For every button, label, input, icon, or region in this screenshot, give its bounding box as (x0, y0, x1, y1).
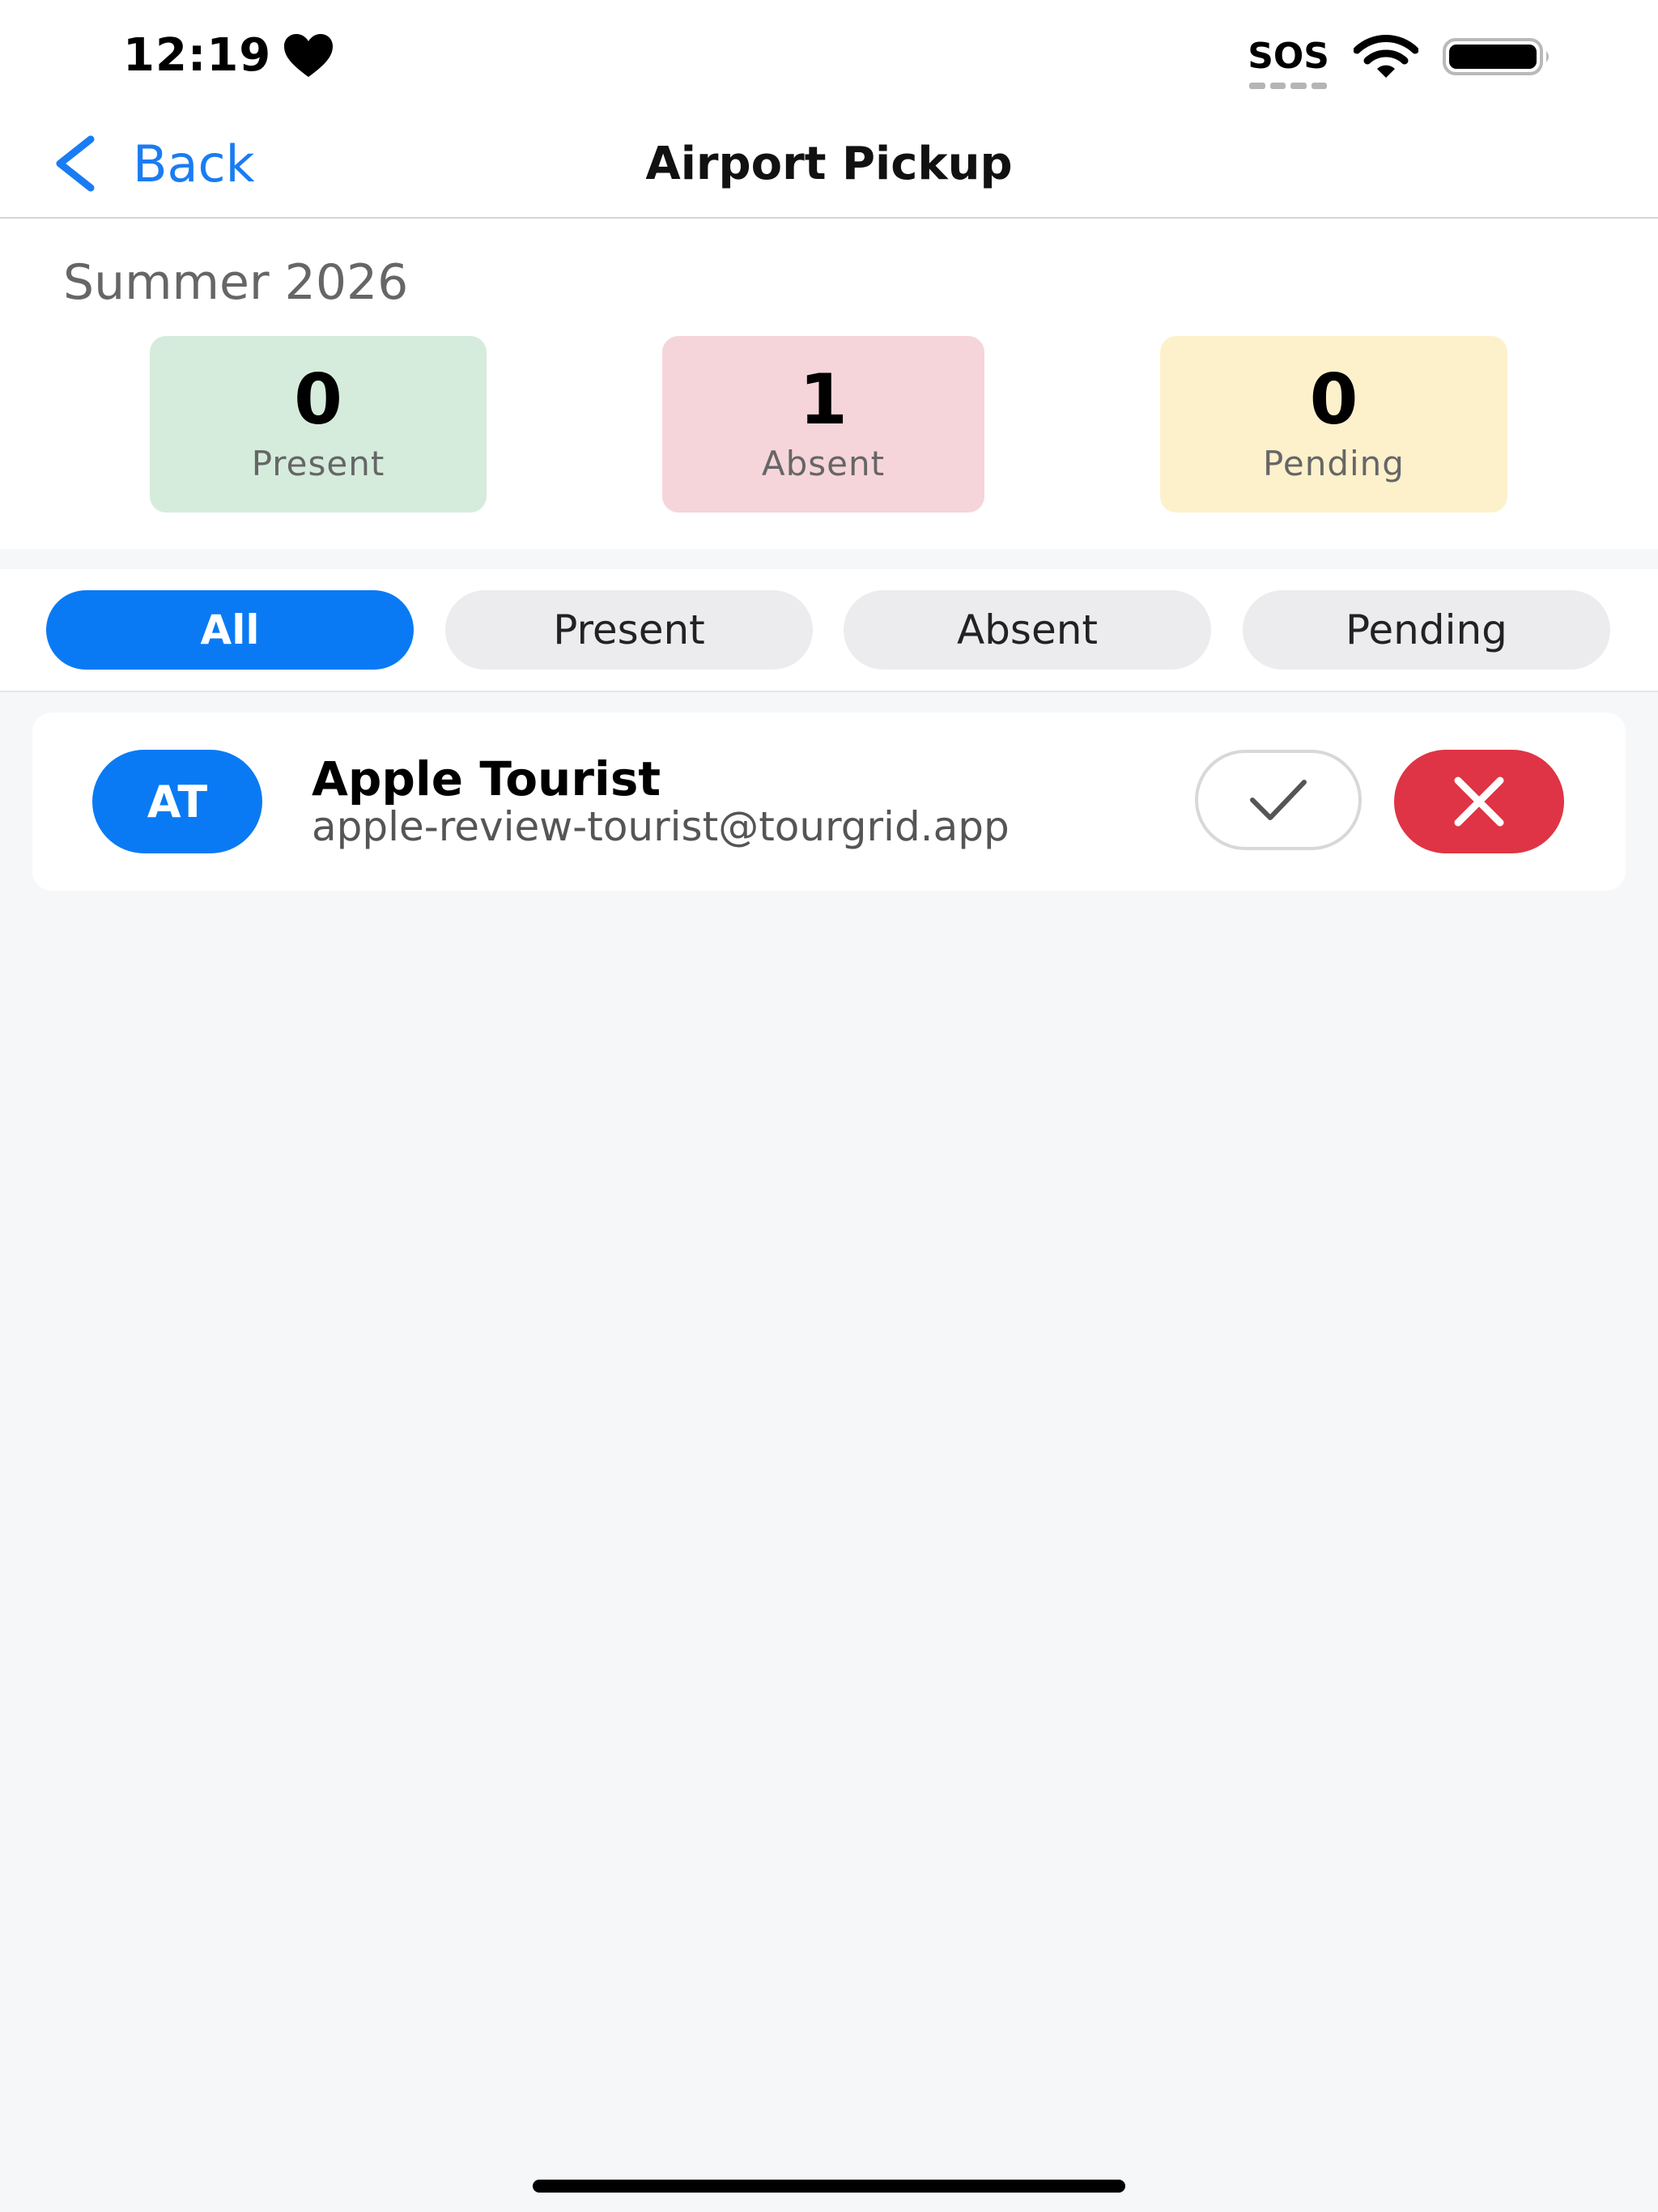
wifi-icon (1354, 35, 1418, 78)
stat-pending-value: 0 (1309, 359, 1358, 440)
status-time-text: 12:19 (123, 29, 272, 82)
signal-dots (1249, 83, 1328, 89)
heart-icon (284, 33, 334, 77)
battery-icon (1443, 38, 1549, 75)
sos-indicator: SOS (1248, 36, 1329, 89)
status-icons: SOS (1248, 34, 1553, 89)
stat-absent: 1 Absent (662, 336, 984, 513)
attendance-summary: Summer 2026 0 Present 1 Absent 0 Pending (0, 219, 1658, 549)
filter-present[interactable]: Present (445, 590, 813, 670)
avatar: AT (92, 750, 262, 853)
list-item: AT Apple Tourist apple-review-tourist@to… (32, 713, 1626, 891)
close-icon (1454, 776, 1504, 827)
home-indicator (533, 2180, 1125, 2193)
mark-absent-button[interactable] (1394, 750, 1564, 853)
stat-pending: 0 Pending (1160, 336, 1507, 513)
page-title: Airport Pickup (645, 138, 1013, 190)
sos-label: SOS (1248, 36, 1329, 77)
filter-all[interactable]: All (46, 590, 414, 670)
attendee-email: apple-review-tourist@tourgrid.app (312, 803, 1010, 850)
checkmark-icon (1250, 780, 1307, 820)
stat-absent-label: Absent (761, 443, 886, 483)
status-bar: 12:19 SOS (0, 0, 1658, 113)
stat-present-value: 0 (294, 359, 342, 440)
navigation-bar: Back Airport Pickup (0, 113, 1658, 219)
filter-bar: All Present Absent Pending (0, 569, 1658, 692)
mark-present-button[interactable] (1195, 750, 1362, 850)
filter-absent[interactable]: Absent (844, 590, 1211, 670)
stat-pending-label: Pending (1263, 443, 1405, 483)
filter-pending[interactable]: Pending (1243, 590, 1610, 670)
stat-absent-value: 1 (799, 359, 848, 440)
attendee-name: Apple Tourist (312, 751, 661, 806)
stat-present-label: Present (251, 443, 385, 483)
status-time: 12:19 (123, 29, 334, 82)
season-label: Summer 2026 (63, 254, 409, 311)
stat-present: 0 Present (150, 336, 487, 513)
